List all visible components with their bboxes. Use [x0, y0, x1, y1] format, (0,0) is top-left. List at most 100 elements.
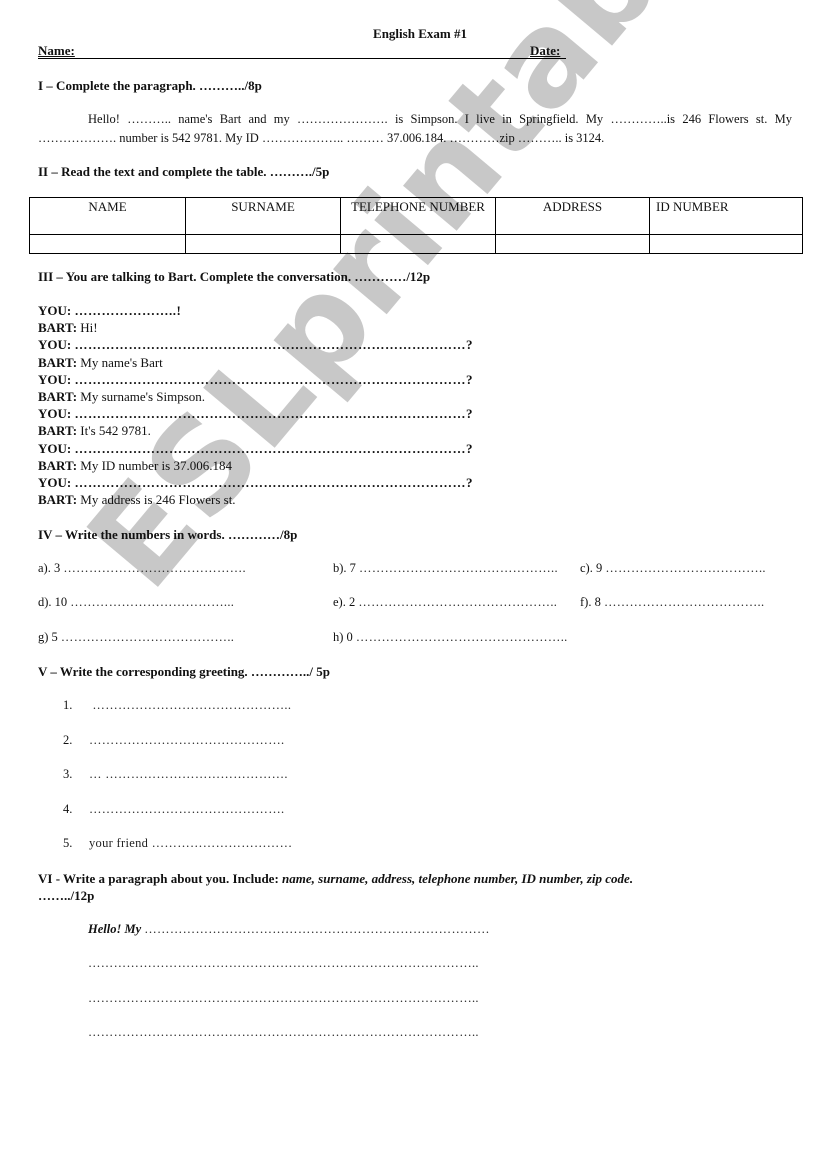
bart-reply: My ID number is 37.006.184	[80, 457, 232, 473]
conversation-line: YOU: ……………………………………………………………………………?	[38, 474, 473, 491]
answer-blank[interactable]: ……………………………………………………………………………?	[74, 406, 473, 421]
speaker: BART:	[38, 423, 78, 439]
bart-reply: My name's Bart	[80, 354, 163, 370]
conversation-line: YOU: ……………………………………………………………………………?	[38, 405, 473, 422]
section-1-heading: I – Complete the paragraph. ………../8p	[38, 78, 262, 93]
answer-blank[interactable]: …………………………………..	[61, 630, 234, 644]
speaker: YOU:	[38, 337, 72, 353]
conversation-line: BART: My surname's Simpson.	[38, 388, 473, 405]
answer-blank[interactable]: ………………………………………..	[358, 595, 557, 609]
conversation-line: BART: My name's Bart	[38, 354, 473, 371]
column-header: ADDRESS	[495, 197, 650, 235]
speaker: YOU:	[38, 406, 72, 422]
greeting-item: 2. ……………………………………….	[63, 733, 284, 748]
table-header-row: NAME SURNAME TELEPHONE NUMBER ADDRESS ID…	[29, 197, 803, 235]
table-cell-id-number[interactable]	[649, 234, 803, 254]
greeting-item: 4. ……………………………………….	[63, 802, 284, 817]
greeting-item: 5. your friend ……………………………	[63, 836, 292, 851]
number-label: a). 3	[38, 561, 61, 575]
number-label: h) 0	[333, 630, 353, 644]
number-item-e: e). 2 ………………………………………..	[333, 595, 557, 610]
info-table: NAME SURNAME TELEPHONE NUMBER ADDRESS ID…	[29, 197, 803, 254]
exam-page: English Exam #1 Name: Date: I – Complete…	[0, 0, 821, 1169]
table-cell-address[interactable]	[495, 234, 650, 254]
number-label: f). 8	[580, 595, 601, 609]
answer-blank[interactable]: ………………………………………………………………………………..	[88, 991, 479, 1005]
bart-reply: My address is 246 Flowers st.	[80, 492, 236, 508]
column-header: ID NUMBER	[649, 197, 803, 235]
number-label: g) 5	[38, 630, 58, 644]
speaker: YOU:	[38, 440, 72, 456]
answer-blank[interactable]: ………………………………………………………………………	[144, 922, 490, 936]
answer-blank[interactable]: ……………………………………………………………………………?	[74, 475, 473, 490]
conversation-line: BART: It's 542 9781.	[38, 422, 473, 439]
name-label: Name:	[38, 43, 75, 58]
answer-blank[interactable]: ……………………………………………………………………………?	[74, 372, 473, 387]
item-number: 2.	[63, 733, 73, 747]
answer-blank[interactable]: ………………………………………..	[359, 561, 558, 575]
item-number: 3.	[63, 767, 73, 781]
answer-blank[interactable]: …………………………………………..	[356, 630, 568, 644]
paragraph-lead: Hello! My	[88, 922, 142, 936]
answer-blank[interactable]: your friend ……………………………	[89, 836, 292, 850]
bart-reply: It's 542 9781.	[80, 423, 151, 439]
paragraph-line: ………………………………………………………………………………..	[88, 1025, 479, 1040]
conversation: YOU: …………………..! BART: Hi! YOU: …………………………	[38, 302, 473, 508]
answer-blank[interactable]: ……………………………………………………………………………?	[74, 441, 473, 456]
answer-blank[interactable]: ………………………………………………………………………………..	[88, 956, 479, 970]
answer-blank[interactable]: ……………………………………….	[89, 733, 284, 747]
item-number: 4.	[63, 802, 73, 816]
number-item-b: b). 7 ………………………………………..	[333, 561, 558, 576]
number-item-f: f). 8 ………………………………..	[580, 595, 764, 610]
conversation-line: YOU: ……………………………………………………………………………?	[38, 371, 473, 388]
greeting-item: 3. … …………………………………….	[63, 767, 288, 782]
paragraph-line: Hello! My ………………………………………………………………………	[88, 922, 490, 937]
conversation-line: YOU: …………………..!	[38, 302, 473, 319]
bart-reply: Hi!	[80, 320, 98, 336]
answer-blank[interactable]: ………………………………..	[605, 561, 765, 575]
speaker: YOU:	[38, 303, 72, 318]
section-4-heading: IV – Write the numbers in words. …………/8p	[38, 527, 298, 542]
section-5-heading: V – Write the corresponding greeting. ………	[38, 664, 331, 679]
answer-blank[interactable]: ………………………………………………………………………………..	[88, 1025, 479, 1039]
item-number: 1.	[63, 698, 73, 712]
conversation-line: YOU: ……………………………………………………………………………?	[38, 440, 473, 457]
number-item-a: a). 3 …………………………………….	[38, 561, 246, 576]
answer-blank[interactable]: ………………………………………..	[89, 698, 291, 712]
table-cell-telephone[interactable]	[340, 234, 496, 254]
answer-blank[interactable]: ……………………………………………………………………………?	[74, 337, 473, 352]
answer-blank[interactable]: …………………………………….	[63, 561, 246, 575]
date-label: Date:	[530, 43, 561, 58]
section-6-heading-text: VI - Write a paragraph about you. Includ…	[38, 871, 283, 886]
section-6-heading-list: name, surname, address, telephone number…	[282, 871, 634, 886]
bart-reply: My surname's Simpson.	[80, 389, 206, 405]
number-label: e). 2	[333, 595, 356, 609]
answer-blank[interactable]: ……………………………………….	[89, 802, 284, 816]
column-header: TELEPHONE NUMBER	[340, 197, 496, 235]
greeting-item: 1. ………………………………………..	[63, 698, 291, 713]
answer-blank[interactable]: …………………..!	[74, 303, 181, 318]
table-row	[29, 234, 803, 254]
speaker: YOU:	[38, 371, 72, 387]
number-label: c). 9	[580, 561, 603, 575]
section-6-heading: VI - Write a paragraph about you. Includ…	[38, 870, 798, 904]
section-3-heading: III – You are talking to Bart. Complete …	[38, 269, 431, 284]
table-cell-name[interactable]	[29, 234, 186, 254]
speaker: BART:	[38, 389, 78, 405]
section-1-paragraph: Hello! ……….. name's Bart and my ………………….…	[38, 112, 792, 145]
speaker: BART:	[38, 320, 78, 336]
conversation-line: BART: My address is 246 Flowers st.	[38, 491, 473, 508]
exam-title: English Exam #1	[373, 26, 467, 41]
paragraph-line: ………………………………………………………………………………..	[88, 991, 479, 1006]
speaker: BART:	[38, 457, 78, 473]
table-cell-surname[interactable]	[185, 234, 341, 254]
speaker: BART:	[38, 492, 78, 508]
answer-blank[interactable]: … …………………………………….	[89, 767, 288, 781]
name-underline	[38, 42, 566, 59]
number-item-h: h) 0 …………………………………………..	[333, 630, 568, 645]
number-label: d). 10	[38, 595, 68, 609]
column-header: SURNAME	[185, 197, 341, 235]
answer-blank[interactable]: ………………………………...	[70, 595, 234, 609]
answer-blank[interactable]: ………………………………..	[604, 595, 764, 609]
number-item-c: c). 9 ………………………………..	[580, 561, 766, 576]
